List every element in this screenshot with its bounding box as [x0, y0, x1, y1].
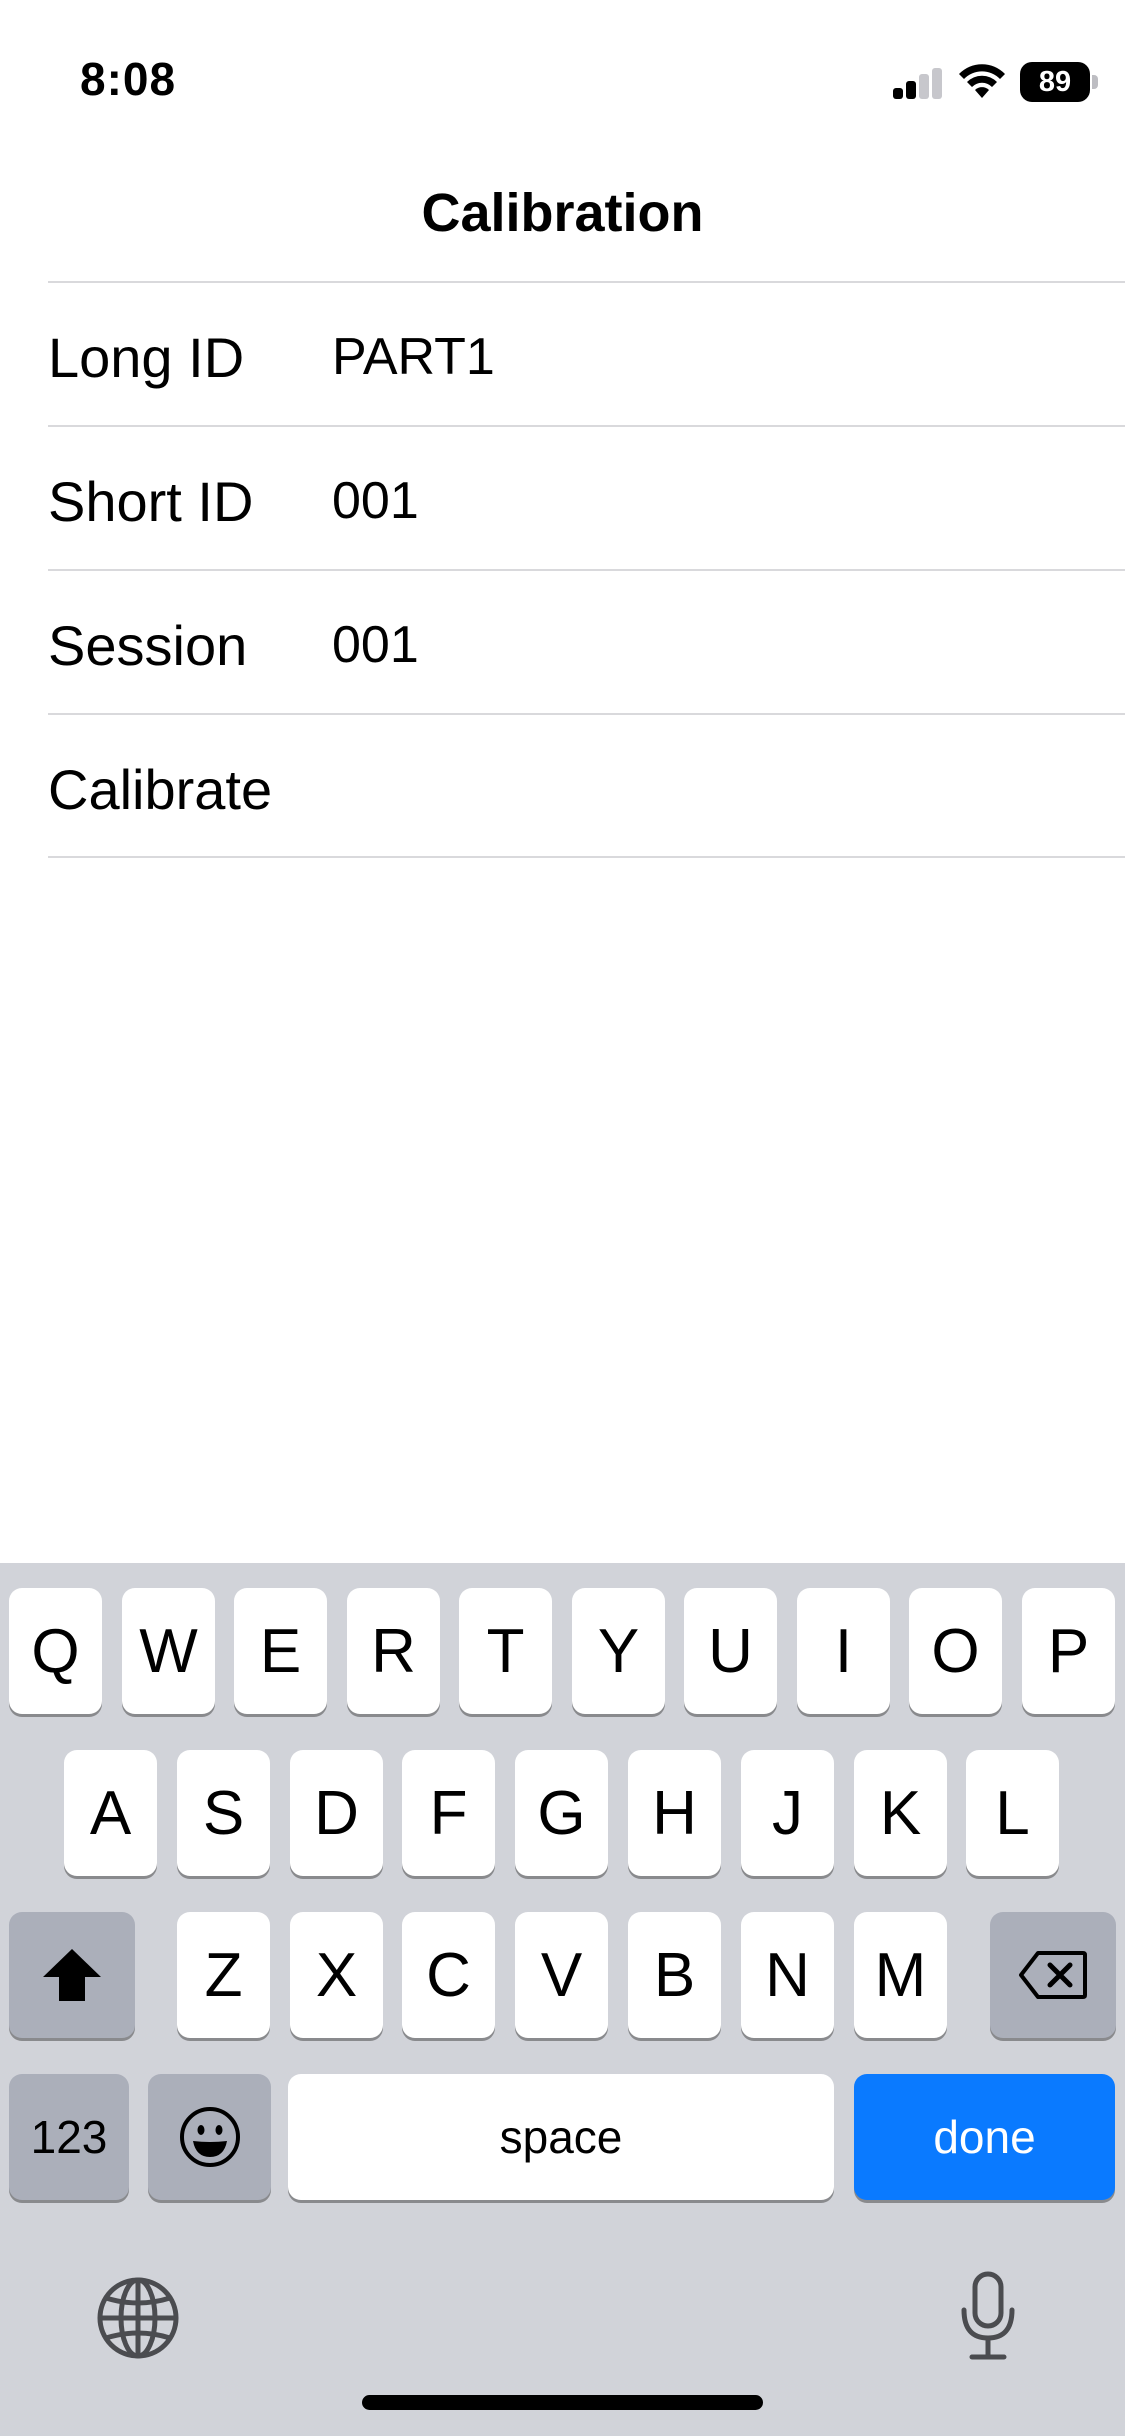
session-field[interactable] — [332, 615, 1112, 675]
key-s[interactable]: S — [177, 1750, 270, 1876]
emoji-icon — [179, 2107, 240, 2167]
page-title: Calibration — [421, 183, 704, 243]
status-time: 8:08 — [80, 53, 177, 105]
key-m[interactable]: M — [854, 1912, 947, 2038]
backspace-key[interactable] — [990, 1912, 1116, 2038]
key-k[interactable]: K — [854, 1750, 947, 1876]
battery-level: 89 — [1020, 62, 1090, 102]
wifi-icon — [959, 64, 1005, 98]
key-y[interactable]: Y — [572, 1588, 665, 1714]
row-short-id[interactable]: Short ID — [48, 427, 1125, 569]
screen: 8:08 89 Calibration Long ID Short ID — [0, 0, 1125, 2436]
done-key[interactable]: done — [854, 2074, 1115, 2200]
long-id-label: Long ID — [48, 326, 245, 389]
key-b[interactable]: B — [628, 1912, 721, 2038]
backspace-icon — [1019, 1951, 1087, 1999]
keyboard: Q W E R T Y U I O P A S D F G H J K L Z … — [0, 1563, 1125, 2436]
key-t[interactable]: T — [459, 1588, 552, 1714]
space-key[interactable]: space — [288, 2074, 834, 2200]
calibrate-button[interactable]: Calibrate — [48, 715, 1125, 857]
shift-key[interactable] — [9, 1912, 135, 2038]
emoji-key[interactable] — [148, 2074, 271, 2200]
battery-indicator: 89 — [1020, 62, 1098, 102]
key-o[interactable]: O — [909, 1588, 1002, 1714]
cellular-signal-icon — [893, 68, 943, 99]
long-id-field[interactable] — [332, 327, 1112, 387]
shift-icon — [43, 1949, 101, 2001]
key-g[interactable]: G — [515, 1750, 608, 1876]
row-long-id[interactable]: Long ID — [48, 283, 1125, 425]
key-z[interactable]: Z — [177, 1912, 270, 2038]
key-w[interactable]: W — [122, 1588, 215, 1714]
key-q[interactable]: Q — [9, 1588, 102, 1714]
microphone-icon[interactable] — [958, 2270, 1018, 2362]
calibrate-label: Calibrate — [48, 758, 273, 821]
key-h[interactable]: H — [628, 1750, 721, 1876]
key-u[interactable]: U — [684, 1588, 777, 1714]
key-n[interactable]: N — [741, 1912, 834, 2038]
key-e[interactable]: E — [234, 1588, 327, 1714]
key-v[interactable]: V — [515, 1912, 608, 2038]
home-indicator[interactable] — [362, 2395, 763, 2410]
numbers-key[interactable]: 123 — [9, 2074, 129, 2200]
short-id-label: Short ID — [48, 470, 254, 533]
key-c[interactable]: C — [402, 1912, 495, 2038]
key-l[interactable]: L — [966, 1750, 1059, 1876]
key-a[interactable]: A — [64, 1750, 157, 1876]
key-f[interactable]: F — [402, 1750, 495, 1876]
key-i[interactable]: I — [797, 1588, 890, 1714]
session-label: Session — [48, 614, 248, 677]
key-x[interactable]: X — [290, 1912, 383, 2038]
row-session[interactable]: Session — [48, 571, 1125, 713]
globe-icon[interactable] — [96, 2276, 180, 2360]
short-id-field[interactable] — [332, 471, 1112, 531]
key-r[interactable]: R — [347, 1588, 440, 1714]
key-d[interactable]: D — [290, 1750, 383, 1876]
key-j[interactable]: J — [741, 1750, 834, 1876]
key-p[interactable]: P — [1022, 1588, 1115, 1714]
battery-tip — [1092, 75, 1098, 89]
status-bar: 8:08 89 — [0, 0, 1125, 150]
divider — [48, 856, 1125, 858]
